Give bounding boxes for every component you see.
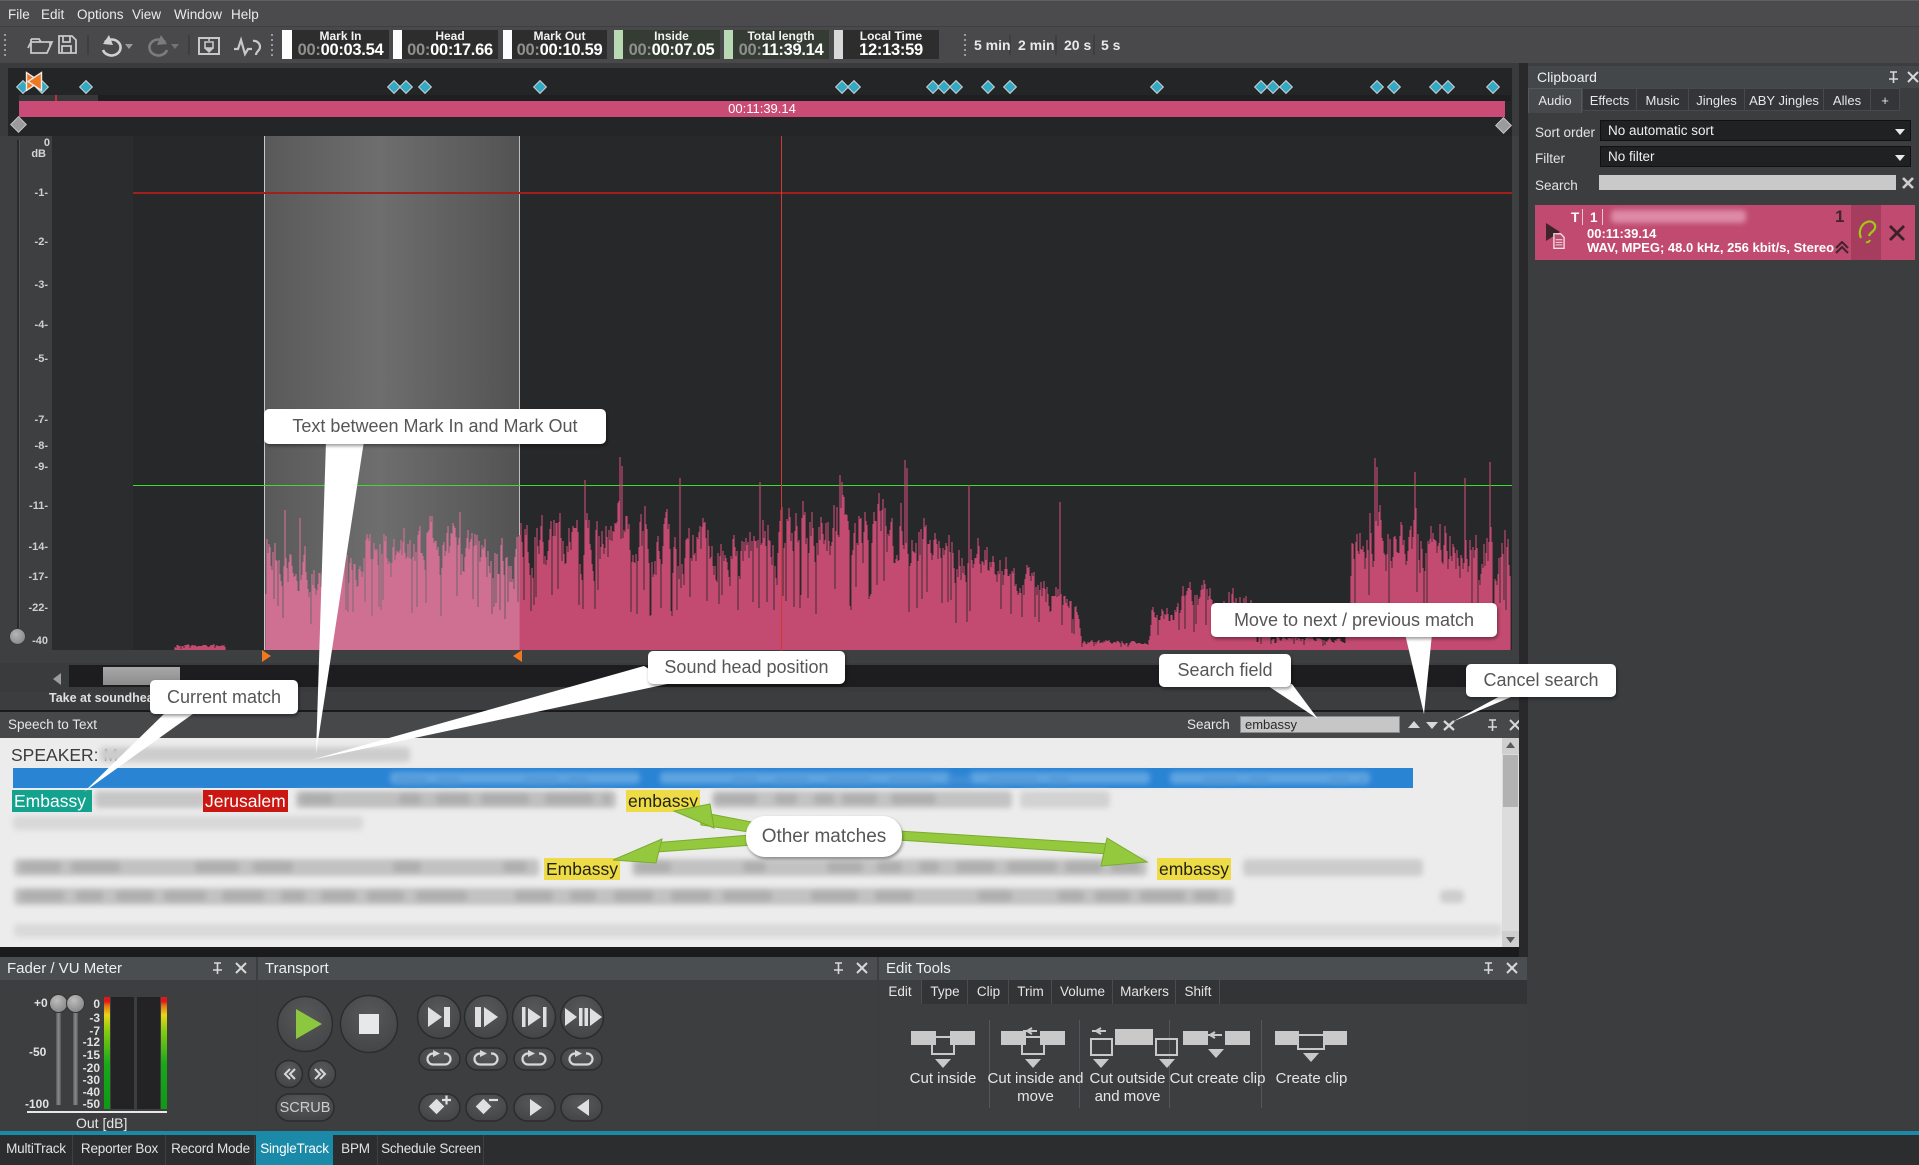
svg-text:SCRUB: SCRUB xyxy=(280,1100,331,1116)
